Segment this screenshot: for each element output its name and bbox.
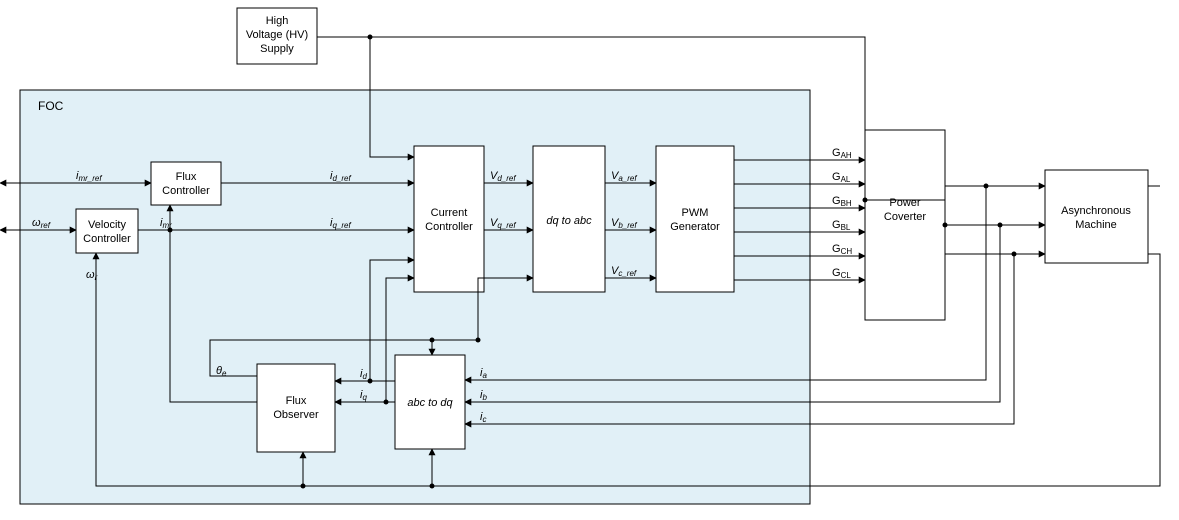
svg-text:Observer: Observer bbox=[273, 409, 319, 421]
label-gal: GAL bbox=[832, 171, 851, 184]
svg-text:Power: Power bbox=[889, 197, 921, 209]
svg-text:dq to abc: dq to abc bbox=[546, 215, 592, 227]
svg-text:Machine: Machine bbox=[1075, 219, 1117, 231]
svg-text:Controller: Controller bbox=[162, 185, 210, 197]
block-current-controller: Current Controller bbox=[414, 146, 484, 292]
svg-text:Flux: Flux bbox=[176, 171, 197, 183]
svg-text:Velocity: Velocity bbox=[88, 219, 126, 231]
svg-text:High: High bbox=[266, 15, 289, 27]
svg-text:Current: Current bbox=[431, 207, 468, 219]
label-gbl: GBL bbox=[832, 219, 851, 232]
label-gcl: GCL bbox=[832, 267, 851, 280]
svg-text:Coverter: Coverter bbox=[884, 211, 927, 223]
foc-label: FOC bbox=[38, 99, 64, 113]
svg-text:PWM: PWM bbox=[682, 207, 709, 219]
block-hv-supply: High Voltage (HV) Supply bbox=[237, 8, 317, 64]
block-async-machine: Asynchronous Machine bbox=[1045, 170, 1148, 263]
svg-text:Controller: Controller bbox=[83, 233, 131, 245]
svg-text:Generator: Generator bbox=[670, 221, 720, 233]
block-power-converter: Power Coverter bbox=[865, 130, 945, 320]
block-velocity-controller: Velocity Controller bbox=[76, 209, 138, 253]
svg-text:Controller: Controller bbox=[425, 221, 473, 233]
block-pwm-generator: PWM Generator bbox=[656, 146, 734, 292]
svg-text:Asynchronous: Asynchronous bbox=[1061, 205, 1131, 217]
svg-text:Flux: Flux bbox=[286, 395, 307, 407]
svg-text:Supply: Supply bbox=[260, 43, 294, 55]
svg-text:abc to dq: abc to dq bbox=[407, 397, 453, 409]
label-gch: GCH bbox=[832, 243, 852, 256]
label-gah: GAH bbox=[832, 147, 852, 160]
block-flux-controller: Flux Controller bbox=[151, 162, 221, 205]
svg-text:Voltage (HV): Voltage (HV) bbox=[246, 29, 308, 41]
block-abc-to-dq: abc to dq bbox=[395, 355, 465, 449]
block-flux-observer: Flux Observer bbox=[257, 364, 335, 452]
block-dq-to-abc: dq to abc bbox=[533, 146, 605, 292]
label-gbh: GBH bbox=[832, 195, 852, 208]
